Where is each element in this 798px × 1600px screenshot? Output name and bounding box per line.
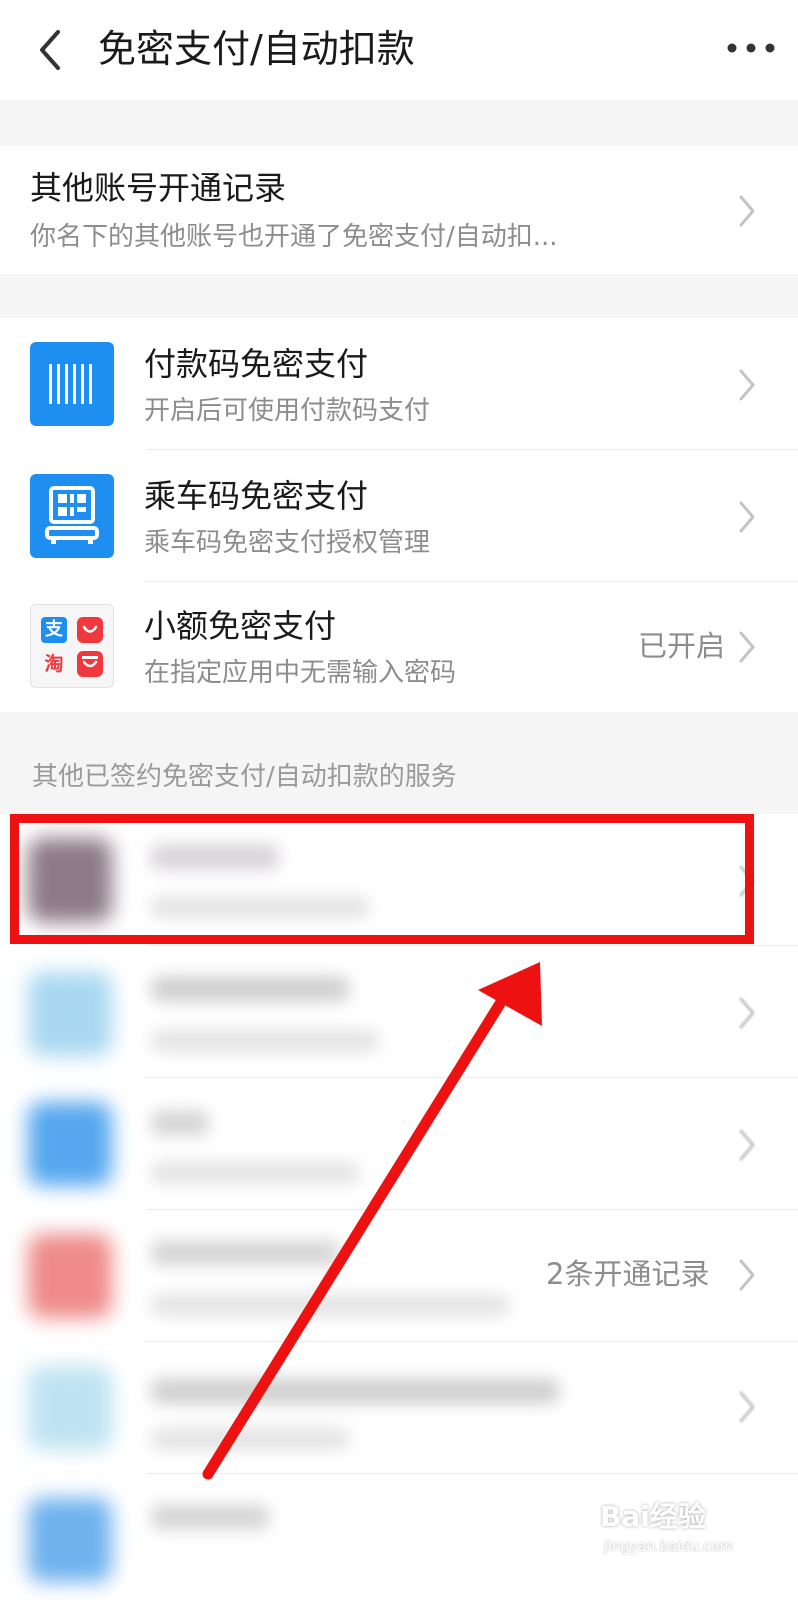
service-desc bbox=[150, 1030, 380, 1052]
service-app-icon bbox=[28, 1366, 112, 1450]
transit-code-subtitle: 乘车码免密支付授权管理 bbox=[144, 528, 431, 558]
chevron-right-icon bbox=[739, 1391, 755, 1423]
payment-code-row[interactable]: 付款码免密支付 开启后可使用付款码支付 bbox=[0, 318, 798, 450]
service-desc bbox=[150, 1162, 360, 1184]
service-app-icon bbox=[28, 972, 112, 1056]
taobao-icon: 淘 bbox=[44, 653, 64, 675]
chevron-right-icon bbox=[739, 1129, 755, 1161]
service-name bbox=[150, 1504, 270, 1530]
back-arrow-icon[interactable] bbox=[34, 28, 70, 72]
chevron-right-icon bbox=[739, 501, 755, 533]
shopping-bag-icon bbox=[77, 651, 103, 677]
chevron-right-icon bbox=[739, 997, 755, 1029]
bus-qr-icon bbox=[30, 474, 114, 558]
service-row[interactable] bbox=[0, 1342, 798, 1474]
small-amount-row[interactable]: 支 淘 小额免密支付 在指定应用中无需输入密码 已开启 bbox=[0, 582, 798, 712]
chevron-right-icon bbox=[739, 195, 755, 227]
small-amount-subtitle: 在指定应用中无需输入密码 bbox=[144, 658, 457, 688]
service-name bbox=[150, 1240, 340, 1266]
payment-code-subtitle: 开启后可使用付款码支付 bbox=[144, 396, 431, 426]
page-title: 免密支付/自动扣款 bbox=[98, 27, 415, 71]
barcode-icon bbox=[30, 342, 114, 426]
service-desc bbox=[150, 1294, 510, 1316]
transit-code-title: 乘车码免密支付 bbox=[144, 477, 369, 515]
service-row[interactable] bbox=[0, 946, 798, 1078]
payment-methods-card: 付款码免密支付 开启后可使用付款码支付 乘车码免密支付 乘车码免密支付授权管理 bbox=[0, 318, 798, 712]
watermark-text: Bai经验 bbox=[600, 1500, 706, 1533]
baidu-jingyan-watermark: Bai经验 jingyan.baidu.com bbox=[600, 1500, 790, 1570]
chevron-right-icon bbox=[739, 631, 755, 663]
chevron-right-icon bbox=[739, 369, 755, 401]
service-name bbox=[150, 1378, 560, 1404]
small-amount-title: 小额免密支付 bbox=[144, 607, 337, 645]
watermark-url: jingyan.baidu.com bbox=[604, 1539, 734, 1555]
chevron-right-icon bbox=[739, 1259, 755, 1291]
other-accounts-title: 其他账号开通记录 bbox=[30, 169, 287, 207]
service-record-count: 2条开通记录 bbox=[546, 1257, 710, 1291]
service-app-icon bbox=[28, 1234, 112, 1318]
highlight-box bbox=[10, 814, 754, 944]
smile-icon bbox=[77, 617, 103, 643]
top-bar: 免密支付/自动扣款 bbox=[0, 0, 798, 100]
more-options-icon[interactable] bbox=[726, 38, 776, 58]
service-name bbox=[150, 1110, 210, 1136]
other-accounts-subtitle: 你名下的其他账号也开通了免密支付/自动扣... bbox=[30, 222, 558, 252]
enabled-status: 已开启 bbox=[638, 629, 726, 663]
other-accounts-row[interactable]: 其他账号开通记录 你名下的其他账号也开通了免密支付/自动扣... bbox=[0, 146, 798, 274]
service-app-icon bbox=[28, 1102, 112, 1186]
transit-code-row[interactable]: 乘车码免密支付 乘车码免密支付授权管理 bbox=[0, 450, 798, 582]
service-name bbox=[150, 976, 350, 1002]
services-section-label: 其他已签约免密支付/自动扣款的服务 bbox=[32, 762, 457, 792]
alipay-icon: 支 bbox=[41, 617, 67, 643]
service-desc bbox=[150, 1428, 350, 1450]
other-accounts-card: 其他账号开通记录 你名下的其他账号也开通了免密支付/自动扣... bbox=[0, 146, 798, 274]
service-app-icon bbox=[28, 1498, 112, 1582]
payment-code-title: 付款码免密支付 bbox=[144, 345, 369, 383]
alipay-taobao-icon: 支 淘 bbox=[30, 604, 114, 688]
service-row[interactable]: 2条开通记录 bbox=[0, 1210, 798, 1342]
service-row[interactable] bbox=[0, 1078, 798, 1210]
